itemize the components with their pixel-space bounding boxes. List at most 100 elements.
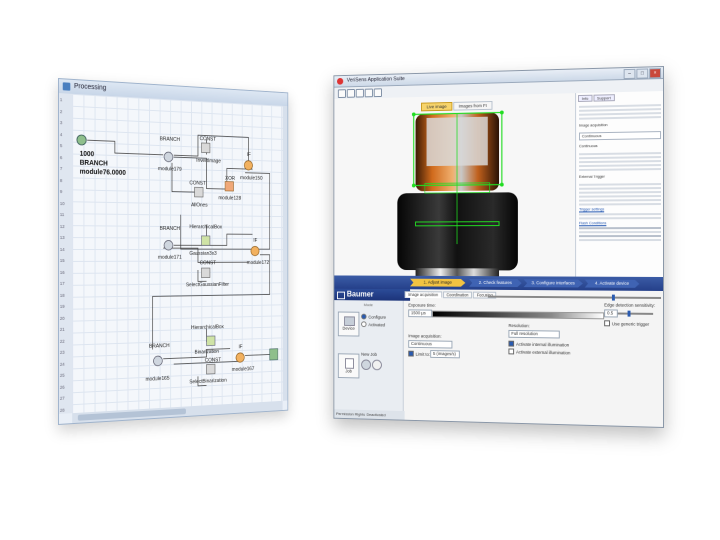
line-number: 10 xyxy=(59,200,65,206)
svg-text:BRANCH: BRANCH xyxy=(149,343,170,350)
device-button[interactable]: Device xyxy=(337,311,360,337)
maximize-button[interactable]: □ xyxy=(636,68,649,79)
save-image-icon[interactable] xyxy=(373,88,382,98)
open-job-icon[interactable] xyxy=(361,359,372,371)
processing-window: Processing 1 2 3 4 5 6 7 8 9 10 11 12 13 14 15 16 17 18 19… xyxy=(58,78,289,425)
graph-svg: 1000 BRANCH module76.0000 BRANCH module1… xyxy=(72,94,282,413)
save-job-icon[interactable] xyxy=(371,359,382,371)
line-number: 20 xyxy=(59,315,65,321)
line-number: 14 xyxy=(59,246,65,252)
generic-trigger-checkbox[interactable]: Use generic trigger xyxy=(604,320,649,327)
close-button[interactable]: × xyxy=(649,68,662,79)
radio-configure[interactable]: Configure xyxy=(361,313,386,320)
line-number: 7 xyxy=(59,166,63,172)
limit-checkbox[interactable]: Limit to: xyxy=(408,350,430,357)
svg-text:HierarchicalBox: HierarchicalBox xyxy=(189,224,222,230)
tab-live-image[interactable]: Live image xyxy=(421,101,453,112)
menu-icon[interactable] xyxy=(336,291,346,300)
edge-label: Edge detection sensitivity: xyxy=(604,302,656,308)
verisens-window: VeriSens Application Suite – □ × Live im… xyxy=(333,66,664,428)
line-number: 22 xyxy=(59,338,65,344)
line-number: 9 xyxy=(59,189,63,195)
line-number-gutter: 1 2 3 4 5 6 7 8 9 10 11 12 13 14 15 16 17 18 19 20 21 22 23 24 2… xyxy=(58,93,74,414)
subtab-image-acquisition[interactable]: Image acquisition xyxy=(404,291,442,299)
svg-text:module171: module171 xyxy=(158,255,182,261)
line-number: 3 xyxy=(59,120,63,126)
main-node-id: 1000 xyxy=(80,151,95,159)
svg-text:SelectBinarization: SelectBinarization xyxy=(189,378,226,386)
line-number: 27 xyxy=(59,395,65,401)
main-node-name: module76.0000 xyxy=(80,169,126,177)
node-group-2[interactable]: BRANCH module171 HierarchicalBox Gaussia… xyxy=(158,224,269,289)
tab-images-from-fi[interactable]: Images from FI xyxy=(453,101,493,111)
main-branch-node[interactable] xyxy=(77,135,86,145)
radio-activated[interactable]: Activated xyxy=(361,321,385,328)
svg-text:InvertImage: InvertImage xyxy=(196,158,221,165)
deactivated-status: Deactivated xyxy=(366,411,386,418)
svg-text:module179: module179 xyxy=(158,166,182,173)
line-number: 24 xyxy=(59,361,65,367)
settings-subtabs: Image acquisition Coordination Focusing xyxy=(404,291,497,299)
image-settings: Image acquisition Coordination Focusing … xyxy=(404,289,663,427)
line-number: 15 xyxy=(59,257,65,263)
zoom-out-icon[interactable] xyxy=(346,89,355,98)
top-slider[interactable] xyxy=(487,294,662,301)
node-group-1[interactable]: BRANCH module179 CONST InvertImage IF mo… xyxy=(158,134,263,209)
brand-name: Baumer xyxy=(346,289,374,299)
edge-input[interactable]: 0.5 xyxy=(604,309,618,318)
new-job-label: New Job xyxy=(361,351,377,357)
resolution-label: Resolution: xyxy=(508,323,530,329)
processing-title: Processing xyxy=(74,82,107,92)
device-label: Device xyxy=(342,325,355,331)
svg-text:HierarchicalBox: HierarchicalBox xyxy=(191,324,224,331)
help-link-2[interactable]: Flash Conditions xyxy=(576,221,664,225)
line-number: 18 xyxy=(59,292,65,298)
svg-text:CONST: CONST xyxy=(200,260,217,266)
app-logo-icon xyxy=(336,77,344,85)
field1-label: Image acquisition xyxy=(578,123,608,128)
field1-select[interactable]: Continuous xyxy=(578,131,662,141)
exposure-label: Exposure time: xyxy=(408,302,436,308)
svg-text:IF: IF xyxy=(238,344,243,350)
status-bar: Permission Rights Deactivated xyxy=(334,409,405,420)
line-number: 17 xyxy=(59,280,65,286)
internal-illumination-checkbox[interactable]: Activate internal illumination xyxy=(508,340,569,348)
exposure-input[interactable]: 1500 µs xyxy=(408,309,433,318)
help-link-1[interactable]: Trigger settings xyxy=(576,207,664,211)
vertical-scrollbar[interactable] xyxy=(282,105,288,401)
edge-slider[interactable] xyxy=(617,310,654,317)
resolution-select[interactable]: Full resolution xyxy=(508,329,560,339)
step-activate-device[interactable]: 4. Activate device xyxy=(585,280,640,288)
line-number: 13 xyxy=(59,235,65,241)
line-number: 28 xyxy=(59,407,65,413)
svg-text:Binarization: Binarization xyxy=(195,349,219,356)
svg-text:BRANCH: BRANCH xyxy=(160,226,180,232)
svg-text:AllOnes: AllOnes xyxy=(191,202,208,208)
job-button[interactable]: Job xyxy=(337,353,360,379)
image-acq-select[interactable]: Continuous xyxy=(408,340,453,349)
job-label: Job xyxy=(345,368,352,374)
limit-input[interactable]: 5 (images/s) xyxy=(430,350,460,359)
step-configure-interfaces[interactable]: 3. Configure interfaces xyxy=(524,279,583,287)
step-check-features[interactable]: 2. Check features xyxy=(469,279,522,287)
step-adjust-image[interactable]: 1. Adjust image xyxy=(410,279,465,287)
line-number: 11 xyxy=(59,212,65,218)
main-node-type: BRANCH xyxy=(80,160,108,168)
settings-area: Mode Device Configure Activated Job New … xyxy=(334,288,664,427)
exposure-slider[interactable] xyxy=(432,310,605,320)
external-illumination-checkbox[interactable]: Activate external illumination xyxy=(508,348,570,355)
select-icon[interactable] xyxy=(364,88,373,98)
app-title: VeriSens Application Suite xyxy=(346,76,405,84)
svg-text:IF: IF xyxy=(247,152,252,158)
line-number: 5 xyxy=(59,143,63,149)
tab-info[interactable]: Info xyxy=(578,94,593,102)
svg-text:IF: IF xyxy=(253,238,258,244)
subtab-coordination[interactable]: Coordination xyxy=(442,291,473,299)
line-number: 2 xyxy=(59,108,63,114)
zoom-in-icon[interactable] xyxy=(337,89,346,98)
svg-text:module150: module150 xyxy=(240,175,262,181)
tab-support[interactable]: Support xyxy=(593,94,615,102)
minimize-button[interactable]: – xyxy=(623,68,636,80)
fit-icon[interactable] xyxy=(355,88,364,98)
svg-text:module172: module172 xyxy=(247,260,269,266)
